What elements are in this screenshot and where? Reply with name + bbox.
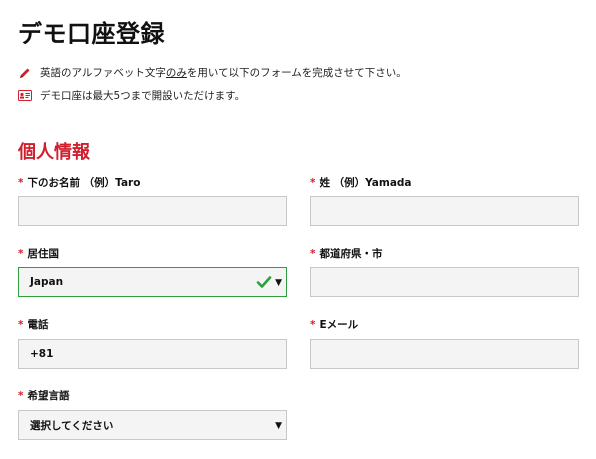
- first-name-field[interactable]: [18, 196, 287, 226]
- country-label-text: 居住国: [27, 248, 60, 260]
- note-text: デモ口座は最大5つまで開設いただけます。: [40, 90, 246, 102]
- section-title-personal-info: 個人情報: [18, 142, 90, 163]
- pencil-icon: [18, 66, 32, 80]
- last-name-label: * 姓 （例）Yamada: [310, 175, 412, 190]
- email-label-text: Eメール: [319, 319, 359, 331]
- language-select[interactable]: 選択してください ▼: [18, 410, 287, 440]
- note-text-before: 英語のアルファベット文字: [40, 67, 166, 79]
- email-label: * Eメール: [310, 317, 358, 332]
- city-label-text: 都道府県・市: [319, 248, 383, 260]
- required-mark: *: [310, 319, 316, 331]
- instruction-note: 英語のアルファベット文字 のみ を用いて以下のフォームを完成させて下さい。: [18, 65, 407, 80]
- required-mark: *: [18, 319, 24, 331]
- note-text-underline: のみ: [165, 67, 187, 79]
- required-mark: *: [310, 248, 316, 260]
- id-card-icon: [18, 89, 32, 103]
- language-select-value: 選択してください: [30, 419, 114, 432]
- language-label: * 希望言語: [18, 388, 70, 403]
- required-mark: *: [18, 248, 24, 260]
- city-label: * 都道府県・市: [310, 246, 383, 261]
- required-mark: *: [310, 177, 316, 189]
- first-name-label: * 下のお名前 （例）Taro: [18, 175, 140, 190]
- country-select[interactable]: Japan ▼: [18, 267, 287, 297]
- page-title: デモ口座登録: [18, 20, 165, 48]
- phone-label-text: 電話: [27, 319, 49, 331]
- required-mark: *: [18, 390, 24, 402]
- country-select-value: Japan: [30, 276, 64, 288]
- phone-label: * 電話: [18, 317, 49, 332]
- last-name-field[interactable]: [310, 196, 579, 226]
- city-field[interactable]: [310, 267, 579, 297]
- country-label: * 居住国: [18, 246, 59, 261]
- phone-field[interactable]: +81: [18, 339, 287, 369]
- note-text-after: を用いて以下のフォームを完成させて下さい。: [186, 67, 407, 79]
- account-limit-note: デモ口座は最大5つまで開設いただけます。: [18, 88, 245, 103]
- chevron-down-icon: ▼: [275, 421, 282, 431]
- checkmark-icon: [256, 274, 272, 290]
- first-name-label-text: 下のお名前 （例）Taro: [27, 177, 141, 189]
- required-mark: *: [18, 177, 24, 189]
- last-name-label-text: 姓 （例）Yamada: [319, 177, 412, 189]
- chevron-down-icon: ▼: [275, 278, 282, 288]
- email-field[interactable]: [310, 339, 579, 369]
- language-label-text: 希望言語: [27, 390, 70, 402]
